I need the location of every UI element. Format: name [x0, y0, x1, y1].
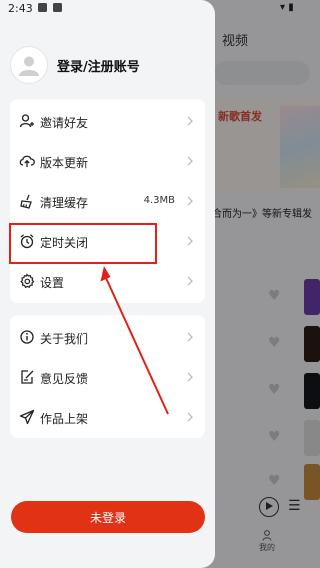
image-icon: [38, 3, 47, 12]
highlight-box: [9, 223, 157, 264]
chevron-right-icon: [187, 412, 193, 422]
info-icon: [20, 330, 34, 344]
menu-item-invite-friends[interactable]: 邀请好友: [10, 101, 205, 141]
menu-card-primary: 邀请好友 版本更新 清理缓存 4.3MB 定时关闭 设置: [10, 99, 205, 303]
cloud-upload-icon: [19, 155, 35, 167]
menu-item-feedback[interactable]: 意见反馈: [10, 357, 205, 397]
menu-item-label: 版本更新: [40, 156, 89, 170]
chevron-right-icon: [187, 276, 193, 286]
chevron-right-icon: [187, 332, 193, 342]
menu-item-label: 意见反馈: [40, 372, 89, 386]
avatar[interactable]: [10, 46, 48, 84]
menu-item-label: 作品上架: [40, 412, 89, 426]
menu-item-about-us[interactable]: 关于我们: [10, 317, 205, 357]
menu-item-label: 清理缓存: [40, 196, 89, 210]
feedback-edit-icon: [21, 370, 34, 384]
send-icon: [19, 409, 35, 425]
chevron-right-icon: [187, 196, 193, 206]
status-icons: [38, 3, 62, 12]
login-register-link[interactable]: 登录/注册账号: [57, 56, 140, 75]
notification-icon: [53, 3, 62, 12]
menu-item-clear-cache[interactable]: 清理缓存 4.3MB: [10, 181, 205, 221]
side-drawer: 2:43 登录/注册账号 邀请好友 版本更新 清理缓存 4.3MB 定时关闭 设…: [0, 0, 215, 568]
cache-size-value: 4.3MB: [143, 195, 175, 206]
not-logged-in-button[interactable]: 未登录: [11, 501, 205, 533]
menu-item-settings[interactable]: 设置: [10, 261, 205, 301]
chevron-right-icon: [187, 236, 193, 246]
chevron-right-icon: [187, 156, 193, 166]
user-add-icon: [19, 114, 34, 128]
menu-card-secondary: 关于我们 意见反馈 作品上架: [10, 315, 205, 438]
gear-icon: [20, 273, 35, 289]
default-avatar-icon: [19, 56, 39, 76]
broom-icon: [20, 194, 32, 209]
chevron-right-icon: [187, 116, 193, 126]
menu-item-publish-works[interactable]: 作品上架: [10, 397, 205, 437]
profile-section[interactable]: 登录/注册账号: [10, 46, 140, 84]
menu-item-version-update[interactable]: 版本更新: [10, 141, 205, 181]
menu-item-label: 邀请好友: [40, 116, 89, 130]
status-time: 2:43: [8, 2, 33, 15]
chevron-right-icon: [187, 372, 193, 382]
menu-item-label: 关于我们: [40, 332, 89, 346]
menu-item-label: 设置: [40, 276, 65, 290]
